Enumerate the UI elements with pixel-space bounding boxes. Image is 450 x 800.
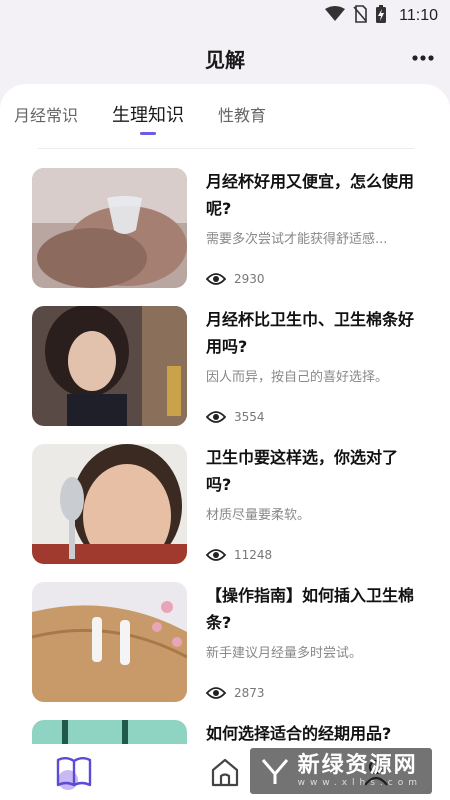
article-info: 月经杯好用又便宜，怎么使用呢? 需要多次尝试才能获得舒适感... 2930 <box>206 168 420 288</box>
article-thumbnail <box>32 444 187 564</box>
page-title: 见解 <box>205 47 245 72</box>
clock: 11:10 <box>399 7 438 24</box>
list-item[interactable]: 【操作指南】如何插入卫生棉条? 新手建议月经量多时尝试。 2873 <box>32 582 422 702</box>
list-item[interactable]: 月经杯好用又便宜，怎么使用呢? 需要多次尝试才能获得舒适感... 2930 <box>32 168 422 288</box>
article-subtitle: 因人而异，按自己的喜好选择。 <box>206 370 389 385</box>
view-count: 2873 <box>206 686 265 700</box>
article-info: 卫生巾要这样选，你选对了吗? 材质尽量要柔软。 11248 <box>206 444 420 564</box>
article-info: 【操作指南】如何插入卫生棉条? 新手建议月经量多时尝试。 2873 <box>206 582 420 702</box>
wifi-icon <box>325 6 346 26</box>
article-subtitle: 材质尽量要柔软。 <box>206 508 311 523</box>
article-subtitle: 需要多次尝试才能获得舒适感... <box>206 232 388 247</box>
tab-physiology[interactable]: 生理知识 <box>112 101 184 127</box>
article-thumbnail <box>32 306 187 426</box>
battery-charging-icon <box>375 4 387 28</box>
article-title: 卫生巾要这样选，你选对了吗? <box>206 448 399 494</box>
watermark: 新绿资源网 www.xlhs.com <box>249 748 432 794</box>
view-count-value: 2930 <box>234 272 265 286</box>
article-title: 月经杯比卫生巾、卫生棉条好用吗? <box>206 310 415 356</box>
view-count: 2930 <box>206 272 265 286</box>
view-count: 3554 <box>206 410 265 424</box>
app-header: 见解 <box>0 32 450 84</box>
article-title: 月经杯好用又便宜，怎么使用呢? <box>206 172 415 218</box>
status-bar: 11:10 <box>0 0 450 32</box>
category-tabs: 月经常识 生理知识 性教育 <box>0 84 450 144</box>
view-count-value: 2873 <box>234 686 265 700</box>
eye-icon <box>206 687 226 699</box>
list-item[interactable]: 月经杯比卫生巾、卫生棉条好用吗? 因人而异，按自己的喜好选择。 3554 <box>32 306 422 426</box>
book-icon[interactable] <box>54 754 94 790</box>
eye-icon <box>206 549 226 561</box>
article-thumbnail <box>32 168 187 288</box>
view-count-value: 3554 <box>234 410 265 424</box>
watermark-text: 新绿资源网 <box>297 753 418 778</box>
eye-icon <box>206 273 226 285</box>
home-icon[interactable] <box>205 754 245 790</box>
article-title: 【操作指南】如何插入卫生棉条? <box>206 586 415 632</box>
tab-sex-education[interactable]: 性教育 <box>218 102 266 126</box>
divider <box>38 148 414 149</box>
list-item[interactable]: 卫生巾要这样选，你选对了吗? 材质尽量要柔软。 11248 <box>32 444 422 564</box>
bottom-nav: 新绿资源网 www.xlhs.com <box>0 744 450 800</box>
view-count-value: 11248 <box>234 548 273 562</box>
watermark-logo-icon <box>261 759 288 784</box>
article-info: 月经杯比卫生巾、卫生棉条好用吗? 因人而异，按自己的喜好选择。 3554 <box>206 306 420 426</box>
content-panel: 月经常识 生理知识 性教育 月经杯好用又便宜，怎么使用呢? 需要多次尝试才能获得… <box>0 84 450 800</box>
tab-menstrual-basics[interactable]: 月经常识 <box>14 102 78 126</box>
view-count: 11248 <box>206 548 272 562</box>
more-dots-icon[interactable] <box>410 45 436 71</box>
eye-icon <box>206 411 226 423</box>
watermark-sub: www.xlhs.com <box>297 778 422 788</box>
article-thumbnail <box>32 582 187 702</box>
no-sim-icon <box>353 5 367 27</box>
article-title: 如何选择适合的经期用品? <box>206 724 392 743</box>
article-subtitle: 新手建议月经量多时尝试。 <box>206 646 363 661</box>
